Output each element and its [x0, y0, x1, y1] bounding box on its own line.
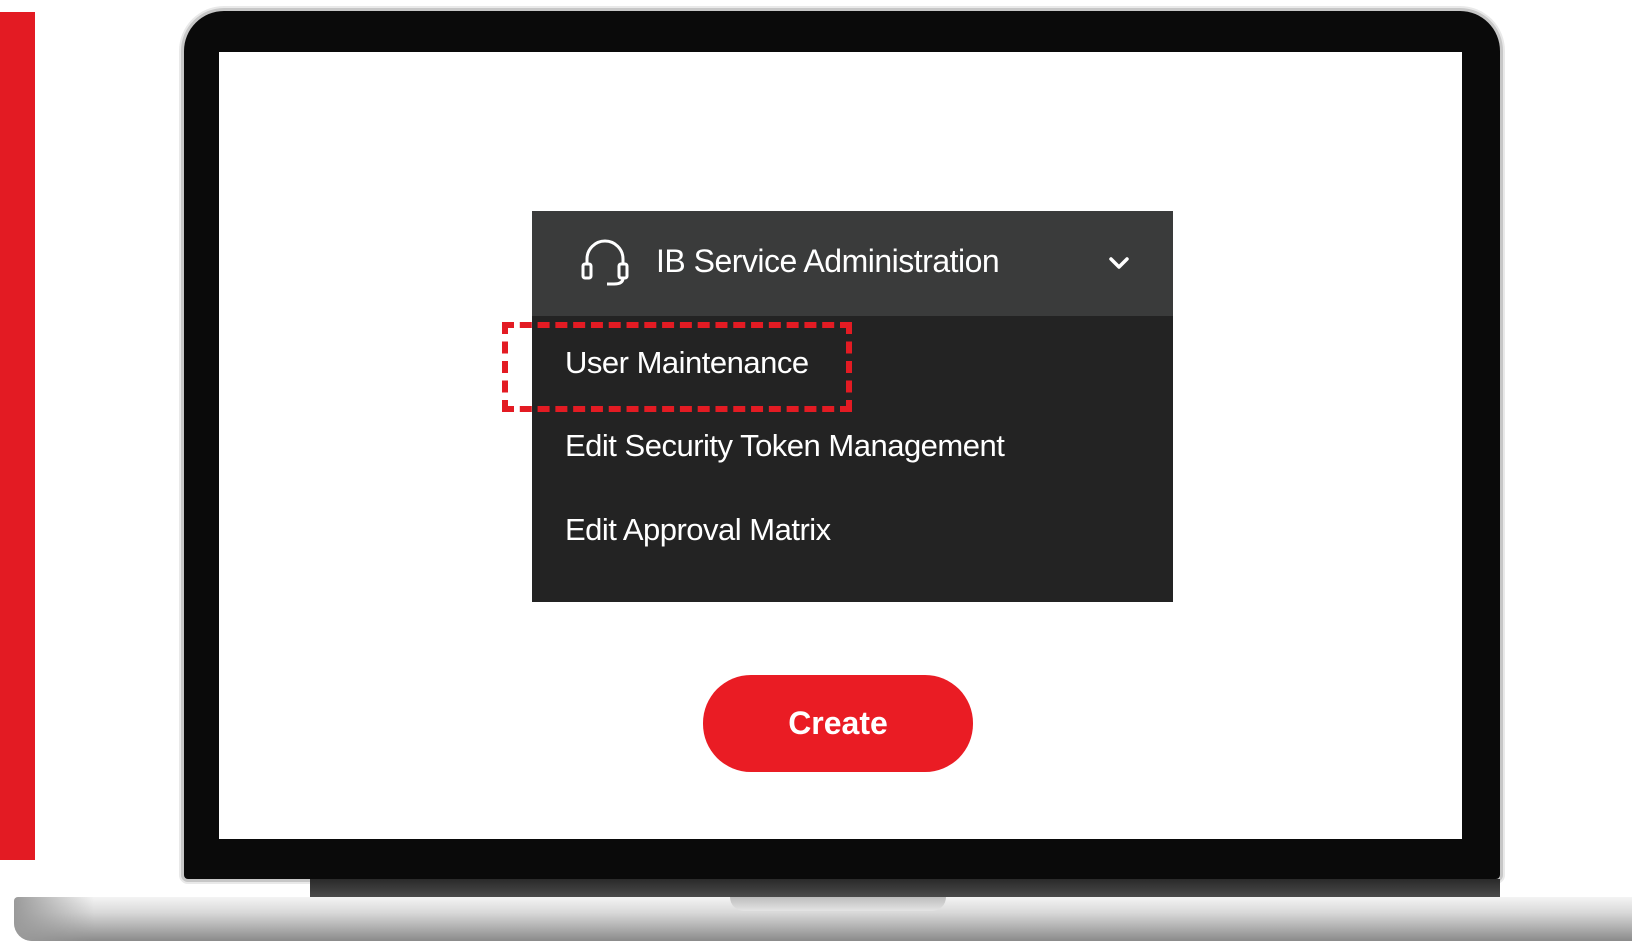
laptop-illustration: IB Service Administration User Maintenan…	[0, 0, 1632, 941]
menu-header[interactable]: IB Service Administration	[532, 211, 1173, 316]
laptop-notch	[730, 897, 946, 911]
headset-icon	[581, 239, 629, 286]
menu-header-title: IB Service Administration	[656, 243, 1000, 279]
menu-item-edit-security-token-management[interactable]: Edit Security Token Management	[565, 428, 1005, 464]
chevron-down-icon[interactable]	[1105, 249, 1133, 277]
menu-item-edit-approval-matrix[interactable]: Edit Approval Matrix	[565, 512, 831, 548]
accent-bar	[0, 12, 35, 860]
menu-item-user-maintenance[interactable]: User Maintenance	[565, 345, 809, 381]
laptop-hinge	[310, 879, 1500, 897]
create-button[interactable]: Create	[703, 675, 973, 772]
